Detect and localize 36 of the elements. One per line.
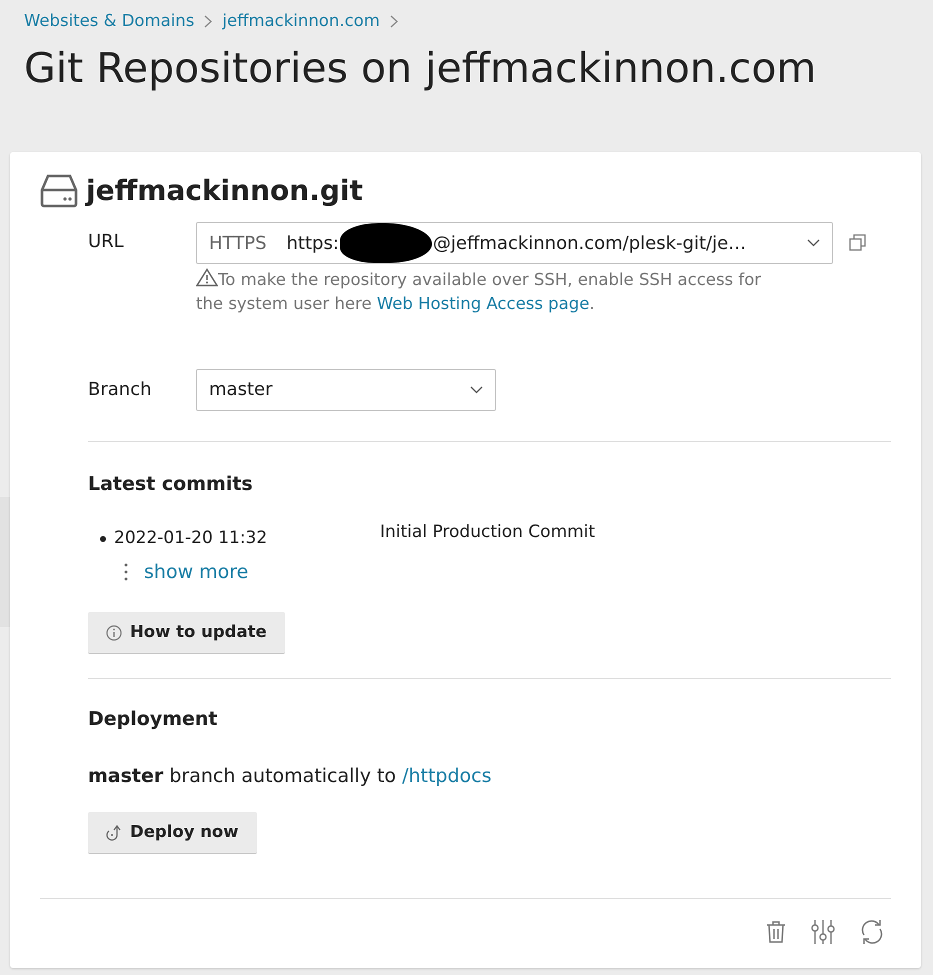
breadcrumb-link[interactable]: jeffmackinnon.com: [222, 8, 380, 34]
commit-date: 2022-01-20 11:32: [114, 527, 268, 550]
protocol-label: HTTPS: [209, 232, 266, 256]
bullet-icon: [100, 536, 106, 542]
chevron-right-icon: [204, 14, 212, 28]
caret-icon: [470, 386, 483, 394]
commit-message: Initial Production Commit: [380, 521, 596, 544]
ssh-note: To make the repository available over SSH, enable SSH access for the system user here Web Hosting Access page.: [196, 268, 762, 315]
info-icon: [106, 624, 122, 641]
breadcrumb-link[interactable]: Websites & Domains: [24, 8, 194, 34]
deploy-icon: [106, 824, 122, 842]
copy-icon[interactable]: [849, 234, 867, 252]
repository-name: jeffmackinnon.git: [86, 174, 363, 208]
warning-icon: [196, 268, 218, 287]
field-label: Branch: [88, 378, 152, 402]
page-title: Git Repositories on jeffmackinnon.com: [24, 44, 818, 94]
web-hosting-access-link[interactable]: Web Hosting Access page: [376, 294, 590, 313]
deploy-now-button[interactable]: Deploy now: [88, 812, 257, 854]
more-icon: [124, 563, 128, 582]
show-more-link[interactable]: show more: [144, 558, 248, 586]
url-select[interactable]: HTTPS https: @jeffmackinnon.com/plesk-git/je…: [196, 222, 833, 264]
section-heading: Latest commits: [88, 472, 254, 497]
deployment-text: master branch automatically to /httpdocs: [88, 764, 493, 789]
path-link[interactable]: /httpdocs: [402, 764, 492, 787]
how-to-update-button[interactable]: How to update: [88, 612, 285, 654]
url-text: https:: [286, 232, 339, 256]
branch-select[interactable]: master: [196, 368, 496, 411]
trash-icon[interactable]: [765, 920, 787, 944]
section-heading: Deployment: [88, 707, 219, 732]
url-text: @jeffmackinnon.com/plesk-git/je…: [432, 232, 746, 256]
chevron-right-icon: [390, 14, 398, 28]
settings-icon[interactable]: [811, 919, 835, 946]
refresh-icon[interactable]: [859, 920, 885, 944]
drive-icon: [40, 174, 78, 208]
field-label: URL: [88, 230, 125, 254]
caret-icon: [807, 239, 820, 247]
